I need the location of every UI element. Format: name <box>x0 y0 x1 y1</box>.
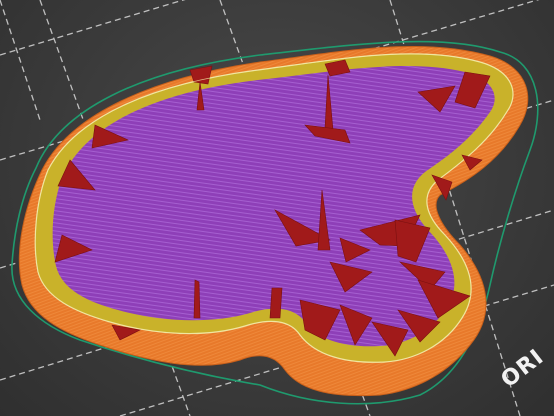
gcode-preview-viewport[interactable]: ORI <box>0 0 554 416</box>
print-bed-scene <box>0 0 554 416</box>
